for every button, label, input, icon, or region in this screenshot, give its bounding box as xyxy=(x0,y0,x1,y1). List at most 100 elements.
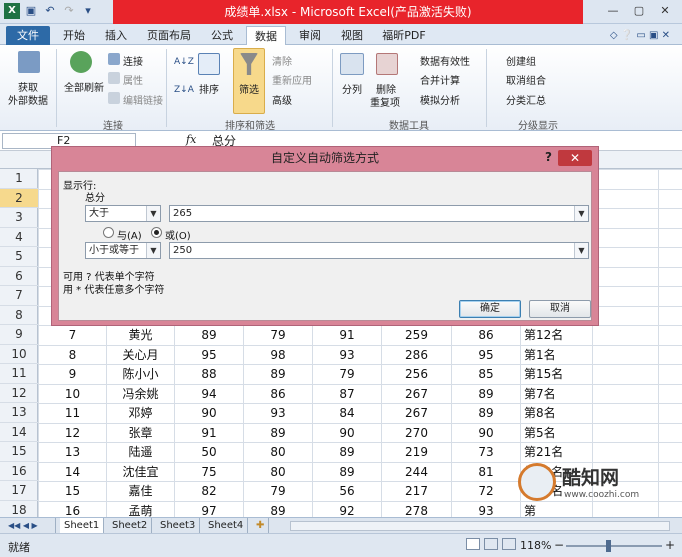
save-icon[interactable]: ▣ xyxy=(23,3,39,19)
zoom-level[interactable]: 118% xyxy=(520,539,551,552)
table-cell[interactable]: 89 xyxy=(244,502,312,518)
operator1-select[interactable]: 大于 ▼ xyxy=(85,205,161,222)
table-cell[interactable]: 84 xyxy=(313,404,381,423)
row-header[interactable]: 17 xyxy=(0,481,38,501)
row-header[interactable]: 6 xyxy=(0,267,38,286)
row-header[interactable]: 1 xyxy=(0,169,38,189)
table-cell[interactable]: 79 xyxy=(313,365,381,384)
row-header[interactable]: 7 xyxy=(0,286,38,306)
tab-file[interactable]: 文件 xyxy=(6,26,50,45)
ungroup-button[interactable]: 取消组合 xyxy=(506,72,546,87)
table-cell[interactable]: 87 xyxy=(313,385,381,404)
what-if-button[interactable]: 模拟分析 xyxy=(420,92,460,107)
table-cell[interactable]: 98 xyxy=(244,346,312,365)
sheet-tab-1[interactable]: Sheet1 xyxy=(60,518,105,533)
customize-qat-icon[interactable]: ▾ xyxy=(80,3,96,19)
connections-button[interactable]: 连接 xyxy=(123,53,143,68)
or-radio[interactable] xyxy=(151,227,162,238)
edit-links-button[interactable]: 编辑链接 xyxy=(123,92,163,107)
table-cell[interactable]: 第15名 xyxy=(521,365,592,384)
tab-view[interactable]: 视图 xyxy=(334,26,370,45)
tab-formulas[interactable]: 公式 xyxy=(204,26,240,45)
horizontal-scrollbar[interactable] xyxy=(290,521,670,531)
table-cell[interactable]: 89 xyxy=(244,424,312,443)
table-cell[interactable]: 13 xyxy=(39,443,106,462)
table-cell[interactable]: 90 xyxy=(313,424,381,443)
table-cell[interactable]: 9 xyxy=(39,365,106,384)
tab-page-layout[interactable]: 页面布局 xyxy=(140,26,198,45)
table-cell[interactable]: 93 xyxy=(244,404,312,423)
row-header[interactable]: 12 xyxy=(0,384,38,403)
chevron-down-icon[interactable]: ▼ xyxy=(146,243,160,258)
advanced-filter-button[interactable]: 高级 xyxy=(272,92,292,107)
table-cell[interactable]: 94 xyxy=(175,385,243,404)
chevron-down-icon[interactable]: ▼ xyxy=(574,206,588,221)
table-cell[interactable]: 89 xyxy=(244,365,312,384)
table-cell[interactable]: 第21名 xyxy=(521,443,592,462)
table-cell[interactable]: 89 xyxy=(452,404,520,423)
table-cell[interactable]: 97 xyxy=(175,502,243,518)
table-cell[interactable]: 86 xyxy=(452,326,520,345)
table-cell[interactable]: 50 xyxy=(175,443,243,462)
table-cell[interactable]: 90 xyxy=(175,404,243,423)
row-header[interactable]: 14 xyxy=(0,423,38,442)
redo-icon[interactable]: ↷ xyxy=(61,3,77,19)
table-cell[interactable]: 88 xyxy=(175,365,243,384)
table-cell[interactable]: 第12名 xyxy=(521,326,592,345)
table-cell[interactable]: 267 xyxy=(382,404,451,423)
table-cell[interactable]: 陆遥 xyxy=(107,443,174,462)
table-cell[interactable]: 15 xyxy=(39,482,106,501)
row-header[interactable]: 5 xyxy=(0,247,38,267)
and-radio[interactable] xyxy=(103,227,114,238)
table-cell[interactable]: 邓婷 xyxy=(107,404,174,423)
insert-sheet-icon[interactable]: ✚ xyxy=(252,518,270,533)
sheet-tab-3[interactable]: Sheet3 xyxy=(156,518,201,533)
page-layout-view-icon[interactable] xyxy=(484,538,498,550)
table-cell[interactable]: 91 xyxy=(313,326,381,345)
table-cell[interactable]: 244 xyxy=(382,463,451,482)
get-external-data-label2[interactable]: 外部数据 xyxy=(8,92,48,107)
table-cell[interactable]: 93 xyxy=(313,346,381,365)
table-cell[interactable]: 89 xyxy=(313,463,381,482)
close-button[interactable]: ✕ xyxy=(654,2,676,20)
zoom-out-button[interactable]: − xyxy=(554,538,564,552)
table-cell[interactable]: 11 xyxy=(39,404,106,423)
tab-review[interactable]: 审阅 xyxy=(292,26,328,45)
row-header[interactable]: 16 xyxy=(0,462,38,481)
row-header[interactable]: 13 xyxy=(0,403,38,423)
row-header[interactable]: 4 xyxy=(0,228,38,247)
row-header[interactable]: 2 xyxy=(0,188,38,208)
table-cell[interactable]: 86 xyxy=(244,385,312,404)
table-cell[interactable]: 92 xyxy=(313,502,381,518)
zoom-slider-thumb[interactable] xyxy=(606,540,611,552)
table-cell[interactable]: 10 xyxy=(39,385,106,404)
operator2-select[interactable]: 小于或等于 ▼ xyxy=(85,242,161,259)
clear-filter-button[interactable]: 清除 xyxy=(272,53,292,68)
table-cell[interactable]: 73 xyxy=(452,443,520,462)
tab-insert[interactable]: 插入 xyxy=(98,26,134,45)
table-cell[interactable]: 80 xyxy=(244,463,312,482)
view-buttons[interactable] xyxy=(466,538,520,552)
table-cell[interactable]: 第5名 xyxy=(521,424,592,443)
table-cell[interactable]: 256 xyxy=(382,365,451,384)
cancel-button[interactable]: 取消 xyxy=(529,300,591,318)
table-cell[interactable]: 陈小小 xyxy=(107,365,174,384)
reapply-button[interactable]: 重新应用 xyxy=(272,72,312,87)
subtotal-button[interactable]: 分类汇总 xyxy=(506,92,546,107)
table-cell[interactable]: 90 xyxy=(452,424,520,443)
table-cell[interactable]: 259 xyxy=(382,326,451,345)
row-header[interactable]: 9 xyxy=(0,325,38,345)
dialog-help-button[interactable]: ? xyxy=(545,150,552,164)
sheet-tab-2[interactable]: Sheet2 xyxy=(108,518,153,533)
table-cell[interactable]: 72 xyxy=(452,482,520,501)
sheet-nav-arrows[interactable]: ◀◀ ◀ ▶ ▶▶ xyxy=(4,518,56,545)
table-cell[interactable]: 嘉佳 xyxy=(107,482,174,501)
value2-input[interactable]: 250 ▼ xyxy=(169,242,589,259)
table-cell[interactable]: 278 xyxy=(382,502,451,518)
table-cell[interactable]: 79 xyxy=(244,326,312,345)
tab-foxit-pdf[interactable]: 福昕PDF xyxy=(376,26,432,45)
data-validation-button[interactable]: 数据有效性 xyxy=(420,53,470,68)
table-cell[interactable]: 冯余姚 xyxy=(107,385,174,404)
table-cell[interactable]: 85 xyxy=(452,365,520,384)
table-cell[interactable]: 8 xyxy=(39,346,106,365)
